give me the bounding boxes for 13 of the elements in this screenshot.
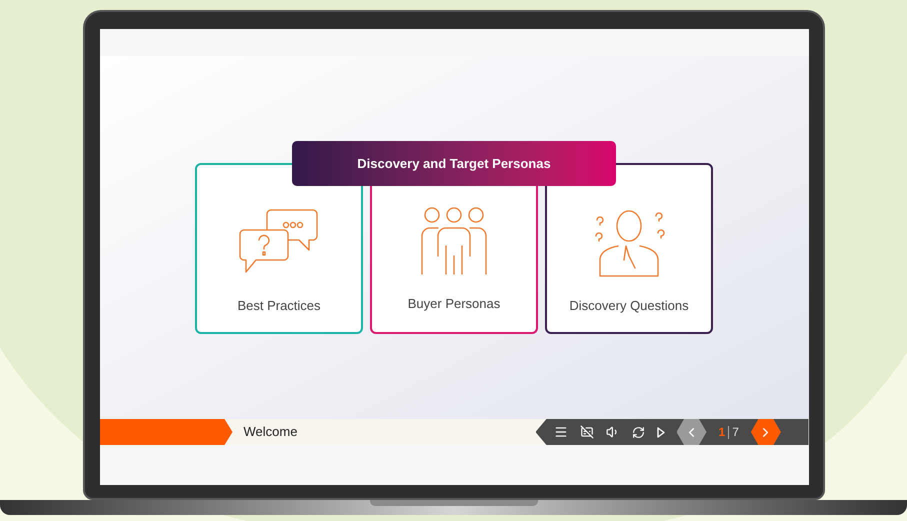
- captions-off-icon[interactable]: [580, 425, 594, 439]
- current-slide-number: 1: [718, 424, 726, 441]
- volume-icon[interactable]: [606, 425, 620, 439]
- total-slides: 7: [732, 424, 739, 441]
- card-label: Buyer Personas: [408, 295, 500, 313]
- replay-icon[interactable]: [632, 426, 644, 438]
- card-label: Best Practices: [237, 297, 321, 315]
- play-icon[interactable]: [656, 426, 664, 438]
- menu-icon[interactable]: [554, 425, 568, 439]
- topic-card[interactable]: Buyer Personas: [370, 186, 538, 334]
- slide-title: Welcome: [244, 423, 298, 442]
- slide-title-banner: Discovery and Target Personas: [292, 141, 616, 186]
- card-label: Discovery Questions: [569, 297, 689, 315]
